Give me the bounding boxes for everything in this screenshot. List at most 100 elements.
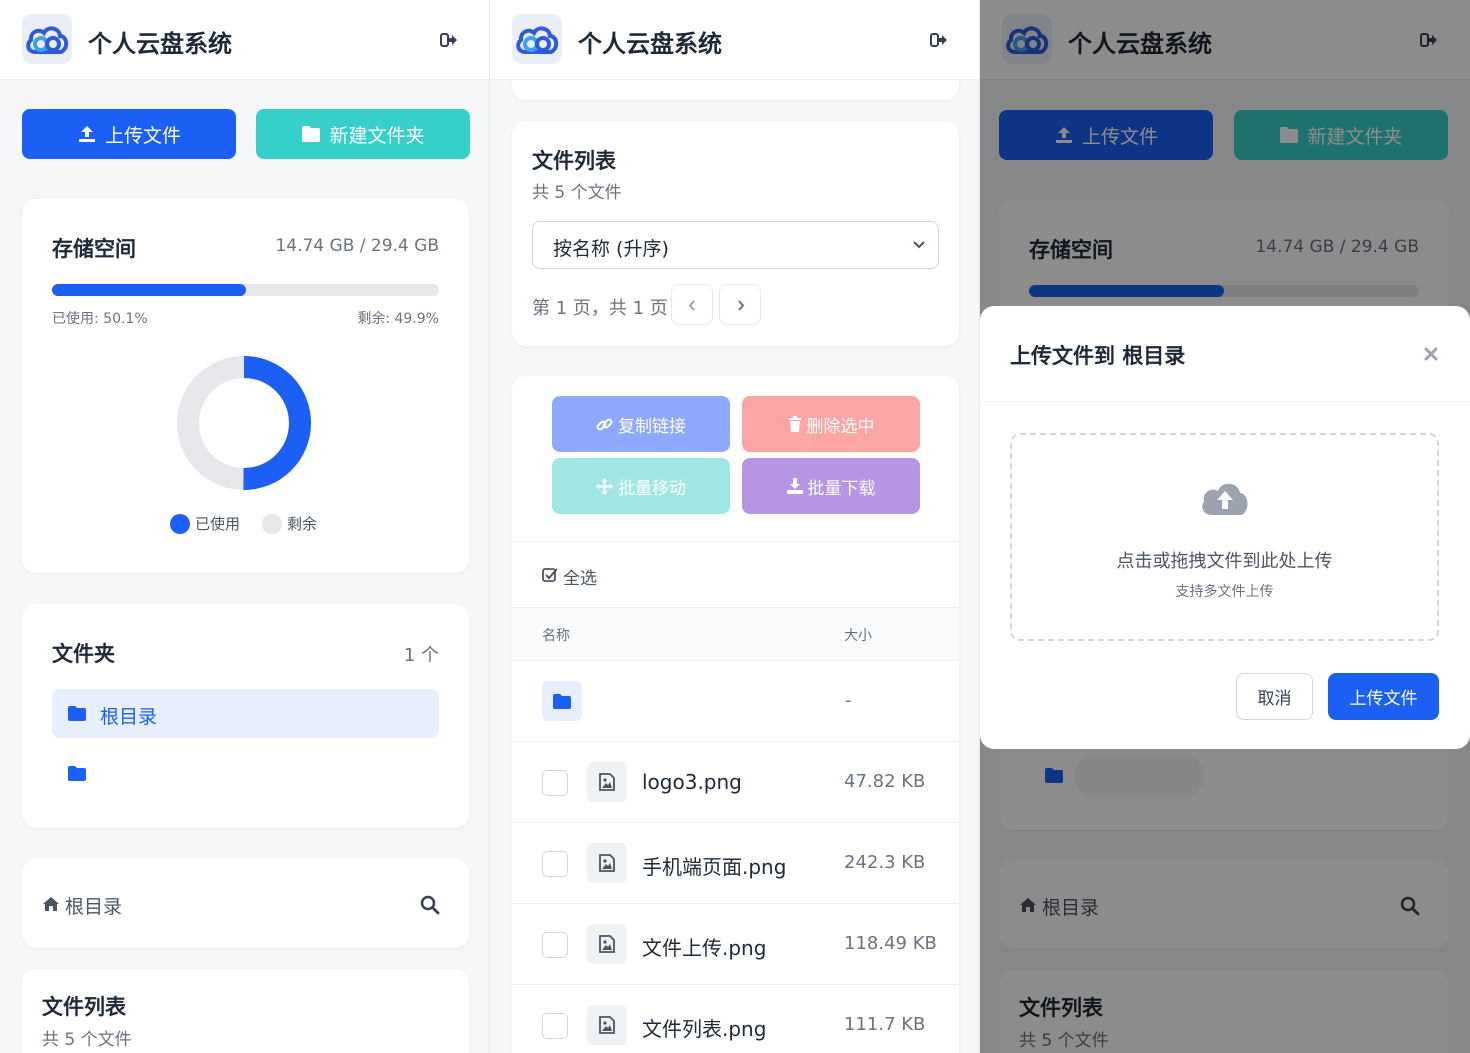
divider <box>512 541 959 542</box>
storage-usage: 14.74 GB / 29.4 GB <box>275 236 439 256</box>
breadcrumb-card: 根目录 <box>22 859 469 948</box>
table-row[interactable]: 文件列表.png 111.7 KB <box>512 984 959 1053</box>
chevron-down-icon <box>913 241 925 249</box>
file-name[interactable]: 手机端页面.png <box>642 851 786 880</box>
file-list-title: 文件列表 <box>42 995 126 1019</box>
folder-icon <box>302 126 321 142</box>
dropzone-hint: 支持多文件上传 <box>1175 584 1274 600</box>
cancel-button[interactable]: 取消 <box>1236 673 1313 720</box>
app-header: 个人云盘系统 <box>490 0 979 80</box>
file-size: 47.82 KB <box>844 771 926 792</box>
submit-upload-button[interactable]: 上传文件 <box>1328 673 1439 720</box>
copy-link-label: 复制链接 <box>618 416 686 437</box>
bulk-move-button[interactable]: 批量移动 <box>552 458 730 514</box>
storage-donut-chart <box>177 356 311 490</box>
next-page-button[interactable] <box>719 284 761 325</box>
folder-thumb <box>542 681 582 721</box>
file-table-card: 复制链接 删除选中 批量移动 批量下载 全选 名称 大小 - logo3.png… <box>512 376 959 1053</box>
file-list-card-preview: 文件列表 共 5 个文件 <box>22 969 469 1053</box>
checkbox-checked-icon <box>542 568 558 582</box>
image-file-icon <box>587 924 627 964</box>
delete-selected-button[interactable]: 删除选中 <box>742 396 920 452</box>
legend-used-dot <box>170 514 190 534</box>
folders-title: 文件夹 <box>52 642 115 666</box>
table-row[interactable]: 文件上传.png 118.49 KB <box>512 903 959 984</box>
dropzone-text: 点击或拖拽文件到此处上传 <box>1116 551 1333 572</box>
breadcrumb[interactable]: 根目录 <box>65 892 122 919</box>
folder-item-root[interactable]: 根目录 <box>52 689 439 738</box>
legend-remaining-label: 剩余 <box>287 515 318 533</box>
file-list-subtitle: 共 5 个文件 <box>42 1030 132 1050</box>
table-row[interactable]: logo3.png 47.82 KB <box>512 741 959 822</box>
image-file-icon <box>587 1005 627 1045</box>
file-size: 118.49 KB <box>844 933 937 954</box>
new-folder-button[interactable]: 新建文件夹 <box>256 109 470 159</box>
modal-divider <box>980 401 1470 402</box>
image-file-icon <box>587 843 627 883</box>
folder-icon <box>553 694 571 709</box>
close-icon[interactable] <box>1424 347 1438 361</box>
panel-home: 个人云盘系统 上传文件 新建文件夹 存储空间 14.74 GB / 29.4 G… <box>0 0 490 1053</box>
upload-dropzone[interactable]: 点击或拖拽文件到此处上传 支持多文件上传 <box>1010 433 1439 641</box>
folder-icon <box>68 766 86 781</box>
storage-used-label: 已使用: 50.1% <box>52 311 148 327</box>
cloud-logo-icon <box>22 14 72 64</box>
table-header: 名称 大小 <box>512 607 959 660</box>
prev-page-button[interactable] <box>671 284 713 325</box>
new-folder-button-label: 新建文件夹 <box>329 124 425 147</box>
folders-count: 1 个 <box>403 645 439 666</box>
storage-card: 存储空间 14.74 GB / 29.4 GB 已使用: 50.1% 剩余: 4… <box>22 199 469 573</box>
file-name[interactable]: 文件列表.png <box>642 1013 766 1042</box>
column-name-header: 名称 <box>542 628 570 644</box>
file-list-subtitle: 共 5 个文件 <box>532 183 622 203</box>
row-checkbox[interactable] <box>542 851 568 877</box>
storage-title: 存储空间 <box>52 237 136 261</box>
row-checkbox[interactable] <box>542 932 568 958</box>
bulk-move-label: 批量移动 <box>618 478 686 499</box>
cloud-upload-icon <box>1202 483 1248 515</box>
chevron-left-icon <box>688 300 695 311</box>
bulk-download-button[interactable]: 批量下载 <box>742 458 920 514</box>
file-list-title: 文件列表 <box>532 149 616 173</box>
file-list-controls-card: 文件列表 共 5 个文件 按名称 (升序) 第 1 页，共 1 页 <box>512 121 959 346</box>
upload-button[interactable]: 上传文件 <box>22 109 236 159</box>
folder-row-size: - <box>845 690 852 711</box>
upload-button-label: 上传文件 <box>104 124 181 147</box>
chevron-right-icon <box>738 300 745 311</box>
pagination-text: 第 1 页，共 1 页 <box>532 298 668 319</box>
folder-item-unnamed[interactable] <box>52 749 439 798</box>
storage-progress-fill <box>52 284 246 296</box>
link-icon <box>596 418 613 430</box>
column-size-header: 大小 <box>844 628 872 644</box>
file-name[interactable]: 文件上传.png <box>642 932 766 961</box>
row-checkbox[interactable] <box>542 770 568 796</box>
row-checkbox[interactable] <box>542 1013 568 1039</box>
sort-select-value: 按名称 (升序) <box>553 238 669 260</box>
file-name[interactable]: logo3.png <box>642 770 742 794</box>
table-row[interactable]: 手机端页面.png 242.3 KB <box>512 822 959 903</box>
image-file-icon <box>587 762 627 802</box>
folder-icon <box>68 706 86 721</box>
upload-modal: 上传文件到 根目录 点击或拖拽文件到此处上传 支持多文件上传 取消 上传文件 <box>980 306 1470 749</box>
delete-selected-label: 删除选中 <box>806 416 875 437</box>
storage-remaining-label: 剩余: 49.9% <box>357 311 439 327</box>
search-icon[interactable] <box>420 895 440 915</box>
move-arrows-icon <box>596 477 613 495</box>
app-title: 个人云盘系统 <box>88 30 232 58</box>
storage-progress <box>52 284 439 296</box>
cloud-logo-icon <box>512 14 562 64</box>
legend-used-label: 已使用 <box>195 515 241 533</box>
copy-link-button[interactable]: 复制链接 <box>552 396 730 452</box>
panel-file-list: 个人云盘系统 文件列表 共 5 个文件 按名称 (升序) 第 1 页，共 1 页… <box>490 0 980 1053</box>
logout-icon[interactable] <box>440 31 458 49</box>
trash-icon <box>788 416 801 432</box>
folders-card: 文件夹 1 个 根目录 <box>22 604 469 828</box>
home-icon <box>43 897 59 911</box>
table-row-folder[interactable]: - <box>512 660 959 741</box>
file-size: 242.3 KB <box>844 852 926 873</box>
download-icon <box>786 478 803 494</box>
legend-remaining-dot <box>262 514 282 534</box>
logout-icon[interactable] <box>930 31 948 49</box>
sort-select[interactable]: 按名称 (升序) <box>532 221 939 269</box>
file-size: 111.7 KB <box>844 1014 926 1035</box>
